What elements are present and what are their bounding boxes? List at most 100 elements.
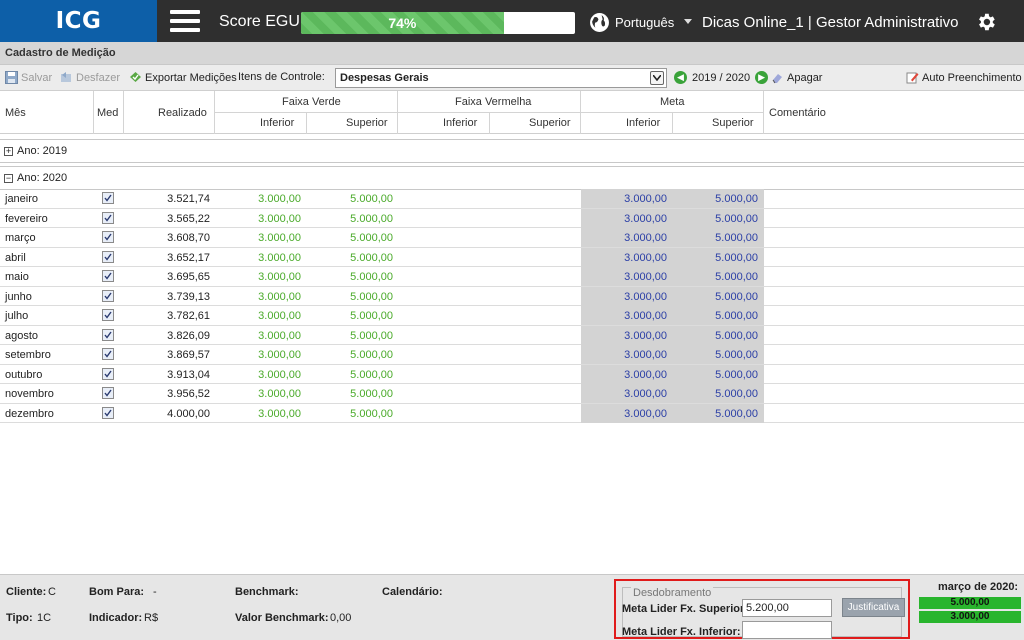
cell-realizado[interactable]: 3.608,70 (167, 232, 210, 244)
cell-verde-superior[interactable]: 5.000,00 (350, 330, 393, 342)
gear-icon[interactable] (975, 11, 997, 33)
col-meta-superior[interactable]: Superior (712, 117, 754, 129)
cell-verde-superior[interactable]: 5.000,00 (350, 252, 393, 264)
cell-verde-inferior[interactable]: 3.000,00 (258, 349, 301, 361)
med-checkbox[interactable] (102, 289, 114, 302)
cell-realizado[interactable]: 3.913,04 (167, 369, 210, 381)
cell-verde-superior[interactable]: 5.000,00 (350, 310, 393, 322)
cell-verde-superior[interactable]: 5.000,00 (350, 369, 393, 381)
cell-verde-superior[interactable]: 5.000,00 (350, 213, 393, 225)
collapse-icon[interactable]: − (4, 173, 13, 183)
cell-realizado[interactable]: 4.000,00 (167, 408, 210, 420)
cell-verde-inferior[interactable]: 3.000,00 (258, 213, 301, 225)
meta-inf-input[interactable] (742, 621, 832, 639)
chevron-down-icon[interactable] (650, 71, 664, 85)
cell-verde-inferior[interactable]: 3.000,00 (258, 408, 301, 420)
col-comentario[interactable]: Comentário (769, 107, 826, 119)
table-row[interactable]: setembro 3.869,57 3.000,00 5.000,00 3.000,00… (0, 345, 1024, 365)
col-verde-superior[interactable]: Superior (346, 117, 388, 129)
table-row[interactable]: dezembro 4.000,00 3.000,00 5.000,00 3.000,00… (0, 403, 1024, 423)
group-row-2019[interactable]: + Ano: 2019 (0, 139, 1024, 163)
med-checkbox[interactable] (102, 328, 114, 341)
col-vermelha-inferior[interactable]: Inferior (443, 117, 477, 129)
cell-realizado[interactable]: 3.956,52 (167, 388, 210, 400)
med-checkbox[interactable] (102, 387, 114, 399)
edit-icon (906, 72, 919, 84)
meta-sup-input[interactable]: 5.200,00 (742, 599, 832, 617)
med-checkbox[interactable] (102, 192, 114, 204)
med-checkbox[interactable] (102, 348, 114, 360)
table-row[interactable]: abril 3.652,17 3.000,00 5.000,00 3.000,00 5.0… (0, 247, 1024, 267)
med-checkbox[interactable] (102, 406, 114, 419)
valor-benchmark-value: 0,00 (330, 612, 352, 624)
med-checkbox[interactable] (102, 250, 114, 263)
user-info[interactable]: Dicas Online_1 | Gestor Administrativo (702, 14, 959, 31)
med-checkbox[interactable] (102, 211, 114, 224)
undo-label: Desfazer (76, 71, 121, 84)
cell-verde-superior[interactable]: 5.000,00 (350, 193, 393, 205)
table-row[interactable]: janeiro 3.521,74 3.000,00 5.000,00 3.000,00 5… (0, 189, 1024, 209)
expand-icon[interactable]: + (4, 146, 13, 156)
cell-meta-inferior: 3.000,00 (624, 349, 667, 361)
cell-realizado[interactable]: 3.695,65 (167, 271, 210, 283)
cell-verde-superior[interactable]: 5.000,00 (350, 408, 393, 420)
cell-realizado[interactable]: 3.782,61 (167, 310, 210, 322)
auto-fill-button[interactable]: Auto Preenchimento (906, 71, 1022, 84)
control-item-select[interactable]: Despesas Gerais (335, 68, 667, 88)
col-mes[interactable]: Mês (5, 107, 26, 119)
clear-label: Apagar (787, 71, 823, 84)
cell-realizado[interactable]: 3.826,09 (167, 330, 210, 342)
language-selector[interactable]: Português (615, 15, 674, 30)
clear-button[interactable]: Apagar (771, 71, 822, 84)
cell-realizado[interactable]: 3.565,22 (167, 213, 210, 225)
justificativa-button[interactable]: Justificativa (842, 598, 905, 617)
cell-realizado[interactable]: 3.739,13 (167, 291, 210, 303)
med-checkbox[interactable] (102, 270, 114, 282)
cell-verde-inferior[interactable]: 3.000,00 (258, 252, 301, 264)
undo-button[interactable]: Desfazer (60, 71, 120, 84)
col-vermelha-superior[interactable]: Superior (529, 117, 571, 129)
col-meta-inferior[interactable]: Inferior (626, 117, 660, 129)
cell-realizado[interactable]: 3.652,17 (167, 252, 210, 264)
table-row[interactable]: fevereiro 3.565,22 3.000,00 5.000,00 3.000,0… (0, 208, 1024, 228)
table-row[interactable]: julho 3.782,61 3.000,00 5.000,00 3.000,00 5.0… (0, 306, 1024, 326)
arrow-right-icon[interactable]: ▶ (755, 71, 769, 84)
app-logo[interactable]: ICG (0, 0, 157, 42)
table-row[interactable]: agosto 3.826,09 3.000,00 5.000,00 3.000,00 5.… (0, 325, 1024, 345)
menu-icon[interactable] (170, 10, 200, 33)
globe-icon[interactable] (589, 12, 610, 33)
cell-verde-superior[interactable]: 5.000,00 (350, 232, 393, 244)
cell-verde-superior[interactable]: 5.000,00 (350, 349, 393, 361)
arrow-left-icon[interactable]: ◀ (674, 71, 687, 84)
table-row[interactable]: maio 3.695,65 3.000,00 5.000,00 3.000,00 5.00… (0, 267, 1024, 287)
cell-verde-inferior[interactable]: 3.000,00 (258, 232, 301, 244)
med-checkbox[interactable] (102, 309, 114, 321)
chevron-down-icon[interactable] (684, 19, 692, 24)
cell-verde-inferior[interactable]: 3.000,00 (258, 193, 301, 205)
med-checkbox[interactable] (102, 367, 114, 380)
save-button[interactable]: Salvar (5, 71, 52, 84)
group-row-2020[interactable]: − Ano: 2020 (0, 166, 1024, 190)
table-row[interactable]: junho 3.739,13 3.000,00 5.000,00 3.000,00 5.0… (0, 286, 1024, 306)
col-realizado[interactable]: Realizado (158, 107, 207, 119)
med-checkbox[interactable] (102, 231, 114, 243)
cell-verde-inferior[interactable]: 3.000,00 (258, 388, 301, 400)
cell-verde-inferior[interactable]: 3.000,00 (258, 330, 301, 342)
cell-verde-superior[interactable]: 5.000,00 (350, 291, 393, 303)
cell-verde-inferior[interactable]: 3.000,00 (258, 310, 301, 322)
cell-verde-superior[interactable]: 5.000,00 (350, 388, 393, 400)
cell-verde-inferior[interactable]: 3.000,00 (258, 369, 301, 381)
col-verde-inferior[interactable]: Inferior (260, 117, 294, 129)
table-row[interactable]: novembro 3.956,52 3.000,00 5.000,00 3.000,00… (0, 384, 1024, 404)
cell-realizado[interactable]: 3.521,74 (167, 193, 210, 205)
cell-verde-inferior[interactable]: 3.000,00 (258, 291, 301, 303)
cell-verde-superior[interactable]: 5.000,00 (350, 271, 393, 283)
export-button[interactable]: Exportar Medições (129, 71, 237, 84)
col-med[interactable]: Med (97, 107, 118, 119)
cell-verde-inferior[interactable]: 3.000,00 (258, 271, 301, 283)
cell-meta-inferior: 3.000,00 (624, 329, 667, 342)
table-row[interactable]: outubro 3.913,04 3.000,00 5.000,00 3.000,00 5… (0, 364, 1024, 384)
cell-realizado[interactable]: 3.869,57 (167, 349, 210, 361)
cell-meta-superior: 5.000,00 (715, 232, 758, 244)
table-row[interactable]: março 3.608,70 3.000,00 5.000,00 3.000,00 5.0… (0, 228, 1024, 248)
